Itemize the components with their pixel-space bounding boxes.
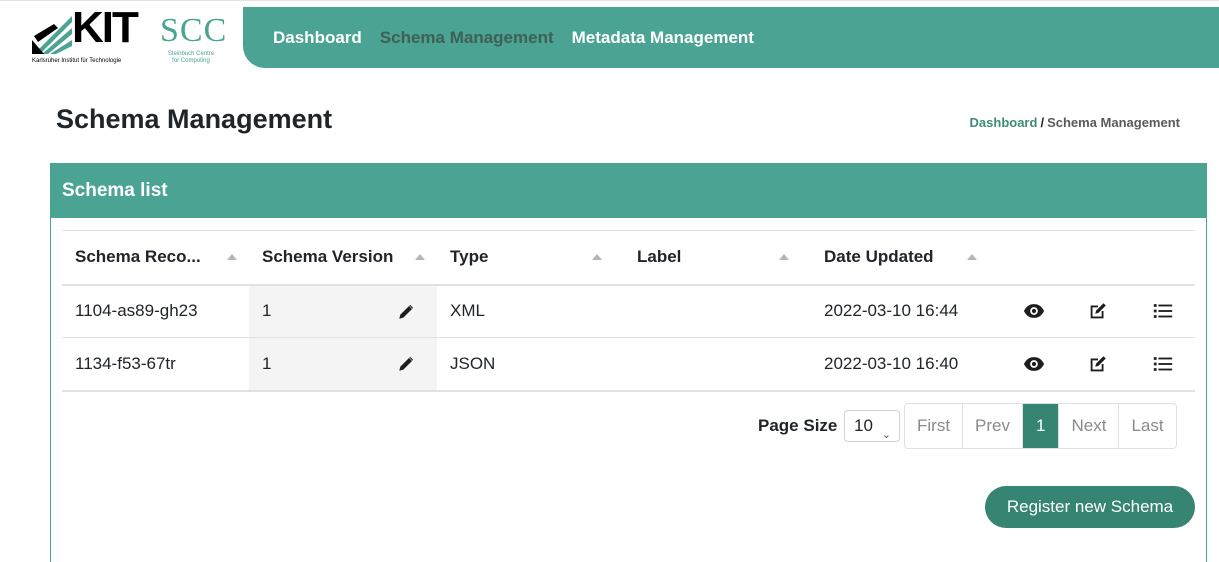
breadcrumb-separator: / bbox=[1040, 115, 1045, 130]
list-icon[interactable] bbox=[1152, 353, 1174, 375]
column-header-schema-version[interactable]: Schema Version bbox=[249, 230, 437, 286]
main-navbar: Dashboard Schema Management Metadata Man… bbox=[243, 7, 1219, 68]
cell-action-view bbox=[1001, 284, 1066, 338]
kit-mark-icon bbox=[32, 16, 72, 54]
edit-icon[interactable] bbox=[1087, 300, 1109, 322]
column-header-type[interactable]: Type bbox=[437, 230, 624, 286]
scc-subtitle-2: for Computing bbox=[172, 58, 210, 64]
chevron-down-icon: ⌄ bbox=[881, 429, 891, 441]
column-header-label-col[interactable]: Label bbox=[624, 230, 811, 286]
breadcrumb-dashboard-link[interactable]: Dashboard bbox=[970, 115, 1038, 130]
version-value: 1 bbox=[262, 301, 272, 321]
cell-schema-record: 1104-as89-gh23 bbox=[62, 284, 249, 338]
breadcrumb: Dashboard / Schema Management bbox=[970, 115, 1180, 130]
pencil-icon[interactable] bbox=[397, 303, 415, 321]
column-header-schema-record[interactable]: Schema Reco... bbox=[62, 230, 249, 286]
column-header-label: Schema Version bbox=[262, 247, 394, 267]
column-header-label: Type bbox=[450, 247, 489, 267]
cell-type: XML bbox=[437, 284, 624, 338]
eye-icon[interactable] bbox=[1023, 353, 1045, 375]
list-icon[interactable] bbox=[1152, 300, 1174, 322]
breadcrumb-current: Schema Management bbox=[1047, 115, 1180, 130]
scc-logo[interactable]: SCC Steinbuch Centre for Computing bbox=[158, 14, 228, 66]
table-row: 1104-as89-gh23 1 XML 2022-03-10 16:44 bbox=[62, 284, 1195, 338]
page-current-button[interactable]: 1 bbox=[1023, 404, 1060, 448]
eye-icon[interactable] bbox=[1023, 300, 1045, 322]
card-title: Schema list bbox=[62, 180, 168, 201]
column-header-label: Date Updated bbox=[824, 247, 934, 267]
page-prev-button[interactable]: Prev bbox=[963, 404, 1024, 448]
pencil-icon[interactable] bbox=[397, 355, 415, 373]
table-header-row: Schema Reco... Schema Version Type Label… bbox=[62, 230, 1195, 286]
column-header-action-edit bbox=[1066, 230, 1130, 286]
cell-action-list bbox=[1130, 284, 1195, 338]
cell-date-updated: 2022-03-10 16:40 bbox=[811, 337, 1001, 392]
page-last-button[interactable]: Last bbox=[1119, 404, 1175, 448]
kit-subtitle: Karlsruher Institut für Technologie bbox=[32, 58, 122, 64]
page-size-select[interactable]: 10 ⌄ bbox=[844, 410, 900, 442]
edit-icon[interactable] bbox=[1087, 353, 1109, 375]
scc-wordmark: SCC bbox=[160, 12, 228, 49]
nav-dashboard[interactable]: Dashboard bbox=[273, 28, 362, 48]
column-header-action-list bbox=[1130, 230, 1195, 286]
page-size-label: Page Size bbox=[758, 416, 838, 435]
cell-schema-version[interactable]: 1 bbox=[249, 284, 437, 338]
nav-schema-management[interactable]: Schema Management bbox=[380, 28, 554, 48]
scc-subtitle-1: Steinbuch Centre bbox=[167, 51, 215, 57]
sort-up-icon[interactable] bbox=[227, 254, 237, 261]
sort-up-icon[interactable] bbox=[592, 254, 602, 261]
schema-list-card: Schema list Schema Reco... Schema Versio… bbox=[50, 163, 1207, 562]
cell-action-list bbox=[1130, 337, 1195, 392]
table-row: 1134-f53-67tr 1 JSON 2022-03-10 16:40 bbox=[62, 337, 1195, 392]
page-next-button[interactable]: Next bbox=[1059, 404, 1120, 448]
column-header-label: Label bbox=[637, 247, 682, 267]
card-header: Schema list bbox=[51, 164, 1206, 218]
cell-label bbox=[624, 284, 811, 338]
schema-table: Schema Reco... Schema Version Type Label… bbox=[62, 230, 1195, 392]
register-new-schema-button[interactable]: Register new Schema bbox=[985, 486, 1195, 528]
column-header-action-view bbox=[1001, 230, 1066, 286]
nav-metadata-management[interactable]: Metadata Management bbox=[572, 28, 754, 48]
cell-type: JSON bbox=[437, 337, 624, 392]
cell-schema-record: 1134-f53-67tr bbox=[62, 337, 249, 392]
page-first-button[interactable]: First bbox=[905, 404, 964, 448]
page-size-value: 10 bbox=[854, 416, 873, 435]
page-title: Schema Management bbox=[56, 104, 333, 134]
column-header-label: Schema Reco... bbox=[75, 247, 201, 267]
cell-action-edit bbox=[1066, 337, 1130, 392]
cell-action-view bbox=[1001, 337, 1066, 392]
cell-schema-version[interactable]: 1 bbox=[249, 337, 437, 392]
pagination: First Prev 1 Next Last bbox=[904, 403, 1177, 449]
cell-label bbox=[624, 337, 811, 392]
logo-area: KIT Karlsruher Institut für Technologie … bbox=[0, 6, 243, 68]
column-header-date-updated[interactable]: Date Updated bbox=[811, 230, 1001, 286]
kit-logo[interactable]: KIT Karlsruher Institut für Technologie bbox=[32, 6, 144, 64]
version-value: 1 bbox=[262, 353, 272, 373]
sort-up-icon[interactable] bbox=[967, 254, 977, 261]
top-border bbox=[0, 0, 1219, 5]
cell-action-edit bbox=[1066, 284, 1130, 338]
sort-up-icon[interactable] bbox=[415, 254, 425, 261]
sort-up-icon[interactable] bbox=[779, 254, 789, 261]
kit-wordmark: KIT bbox=[72, 3, 139, 52]
cell-date-updated: 2022-03-10 16:44 bbox=[811, 284, 1001, 338]
